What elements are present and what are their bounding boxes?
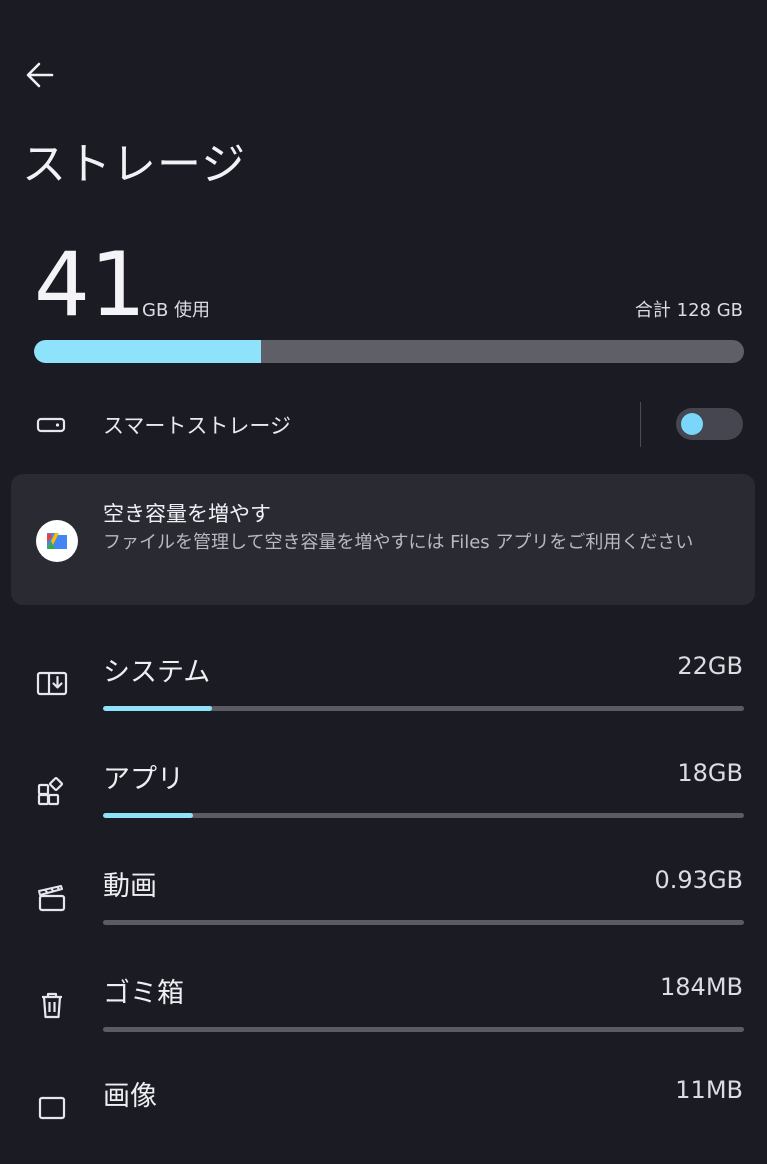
free-up-space-card[interactable]: 空き容量を増やす ファイルを管理して空き容量を増やすには Files アプリをご… [11,474,755,605]
category-size: 18GB [677,759,743,787]
used-storage-unit: GB 使用 [142,300,211,321]
category-bar-fill [103,813,193,818]
category-size: 184MB [660,973,743,1001]
image-icon [38,1096,66,1120]
divider [640,402,641,447]
smart-storage-label: スマートストレージ [103,414,291,438]
back-button[interactable] [22,58,58,92]
trash-icon [42,992,62,1019]
used-storage-value: 41 [34,233,146,336]
category-system[interactable]: システム 22GB [0,640,767,740]
storage-usage-bar [34,340,744,363]
category-bar [103,706,744,711]
category-size: 22GB [677,652,743,680]
files-app-icon [36,520,78,562]
category-bar [103,813,744,818]
category-images[interactable]: 画像 11MB [0,1064,767,1164]
system-icon [36,671,68,696]
apps-icon [37,776,64,806]
category-name: アプリ [103,764,184,795]
category-apps[interactable]: アプリ 18GB [0,747,767,847]
total-storage: 合計 128 GB [634,300,743,321]
category-bar-fill [103,706,212,711]
category-name: ゴミ箱 [103,978,184,1009]
category-name: システム [103,657,211,688]
card-description: ファイルを管理して空き容量を増やすには Files アプリをご利用ください [103,532,694,553]
storage-toggle-icon [36,417,66,433]
category-trash[interactable]: ゴミ箱 184MB [0,961,767,1061]
card-title: 空き容量を増やす [103,502,271,526]
smart-storage-row[interactable]: スマートストレージ [0,396,767,454]
video-icon [38,885,66,912]
category-size: 11MB [675,1076,743,1104]
smart-storage-toggle[interactable] [676,408,743,440]
category-bar [103,920,744,925]
category-size: 0.93GB [654,866,744,894]
storage-usage-fill [34,340,262,363]
page-title: ストレージ [22,139,247,190]
arrow-left-icon [26,62,54,88]
toggle-knob [681,413,703,435]
category-bar [103,1027,744,1032]
category-video[interactable]: 動画 0.93GB [0,854,767,954]
category-name: 動画 [103,871,157,902]
